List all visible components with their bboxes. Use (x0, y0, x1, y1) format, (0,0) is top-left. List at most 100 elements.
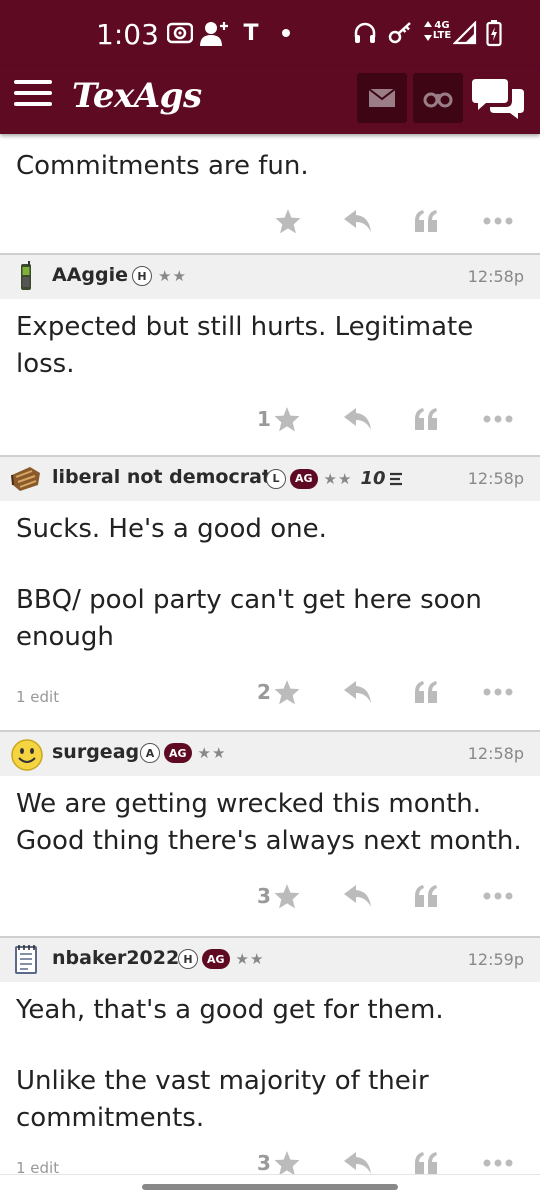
post-body: We are getting wrecked this month. Good … (0, 776, 540, 860)
star-icon (274, 1151, 300, 1174)
reply-button[interactable] (340, 403, 376, 435)
star-icon (275, 209, 301, 234)
username[interactable]: surgeag (52, 741, 139, 763)
star-button[interactable]: 3 (254, 1147, 304, 1174)
binoculars-button[interactable] (413, 73, 463, 123)
battery-icon (484, 18, 504, 48)
like-count: 1 (257, 407, 271, 431)
reply-icon (344, 408, 371, 430)
user-stars: ★★ (323, 469, 353, 488)
quote-button[interactable] (408, 403, 444, 435)
more-icon (483, 415, 513, 423)
more-icon (483, 892, 513, 900)
notepad-icon[interactable] (10, 944, 42, 976)
quote-button[interactable] (408, 205, 444, 237)
brisket-icon[interactable] (10, 463, 42, 495)
more-icon (483, 688, 513, 696)
post-body: Yeah, that's a good get for them. Unlike… (0, 982, 540, 1137)
post-text: Unlike the vast majority of their commit… (16, 1066, 429, 1133)
quote-icon (415, 210, 437, 232)
reply-icon (344, 681, 371, 703)
status-bar: 1:03 T 4G LTE (0, 0, 540, 66)
quote-button[interactable] (408, 880, 444, 912)
badge-10: 10 (360, 468, 386, 489)
user-badges: H ★★ (132, 266, 187, 286)
user-stars: ★★ (197, 744, 227, 762)
more-button[interactable] (478, 403, 518, 435)
post: nbaker2022 H AG ★★ 12:59p Yeah, that's a… (0, 938, 540, 1174)
quote-icon (415, 681, 437, 703)
post: surgeag A AG ★★ 12:58p We are getting wr… (0, 732, 540, 936)
reply-button[interactable] (340, 1147, 376, 1174)
thread-feed[interactable]: Commitments are fun. AAggie H ★★ 12:58p … (0, 134, 540, 1174)
post: AAggie H ★★ 12:58p Expected but still hu… (0, 255, 540, 455)
user-stars: ★★ (158, 267, 187, 285)
chat-bubbles-icon[interactable] (472, 75, 524, 121)
post-actions (0, 185, 540, 253)
post-time: 12:58p (467, 469, 524, 488)
quote-button[interactable] (408, 1147, 444, 1174)
gesture-nav-bar (0, 1174, 540, 1200)
star-icon (274, 407, 300, 432)
smiley-icon[interactable] (10, 738, 43, 771)
post-actions: 1 edit 3 (0, 1137, 540, 1174)
username[interactable]: nbaker2022 (52, 947, 179, 969)
more-button[interactable] (478, 205, 518, 237)
star-button[interactable]: 3 (254, 880, 304, 912)
t-mobile-letter: T (243, 20, 259, 46)
more-button[interactable] (478, 880, 518, 912)
edit-note[interactable]: 1 edit (16, 688, 59, 706)
more-icon (483, 1159, 513, 1167)
badge-ag: AG (164, 743, 192, 763)
like-count: 3 (257, 1151, 271, 1174)
star-button[interactable]: 1 (254, 403, 304, 435)
star-button[interactable] (270, 205, 306, 237)
menu-icon[interactable] (14, 80, 54, 110)
post-time: 12:58p (467, 744, 524, 763)
more-button[interactable] (478, 676, 518, 708)
reply-button[interactable] (340, 676, 376, 708)
t-mobile-icon: T (238, 18, 264, 48)
more-button[interactable] (478, 1147, 518, 1174)
camera-icon (166, 18, 194, 48)
post-body: Sucks. He's a good one. BBQ/ pool party … (0, 501, 540, 656)
texags-logo[interactable]: TexAgs (72, 76, 202, 116)
home-handle[interactable] (142, 1184, 398, 1190)
quote-icon (415, 408, 437, 430)
more-icon (483, 217, 513, 225)
reply-button[interactable] (340, 880, 376, 912)
badge-a: A (140, 743, 160, 763)
post-text: Sucks. He's a good one. (16, 514, 327, 544)
post-text: We are getting wrecked this month. Good … (16, 789, 522, 856)
status-time: 1:03 (96, 18, 159, 51)
quote-button[interactable] (408, 676, 444, 708)
reply-icon (344, 1152, 371, 1174)
post-actions: 1 (0, 383, 540, 455)
network-sub: LTE (432, 30, 452, 41)
post-body: Expected but still hurts. Legitimate los… (0, 299, 540, 383)
signal-icon (452, 18, 478, 48)
app-toolbar: TexAgs (0, 66, 540, 134)
star-button[interactable]: 2 (254, 676, 304, 708)
badge-h: H (132, 266, 152, 286)
username[interactable]: liberal not democrat (52, 466, 271, 488)
badge-h: H (178, 949, 198, 969)
phone-icon[interactable] (10, 261, 42, 293)
binoculars-icon (423, 92, 453, 108)
post-actions: 3 (0, 860, 540, 936)
user-stars: ★★ (235, 950, 265, 968)
badge-ag: AG (202, 949, 230, 969)
badge-lines-icon (389, 472, 402, 485)
user-badges: A AG ★★ (140, 743, 226, 763)
edit-note[interactable]: 1 edit (16, 1159, 59, 1174)
post-header: nbaker2022 H AG ★★ 12:59p (0, 938, 540, 982)
post-time: 12:59p (467, 950, 524, 969)
post-text: Expected but still hurts. Legitimate los… (16, 312, 474, 379)
username[interactable]: AAggie (52, 264, 128, 286)
post-time: 12:58p (467, 267, 524, 286)
user-badges: L AG ★★ 10 (266, 468, 402, 489)
post-actions: 1 edit 2 (0, 656, 540, 730)
reply-button[interactable] (340, 205, 376, 237)
mail-button[interactable] (357, 73, 407, 123)
post-text: BBQ/ pool party can't get here soon enou… (16, 585, 482, 652)
